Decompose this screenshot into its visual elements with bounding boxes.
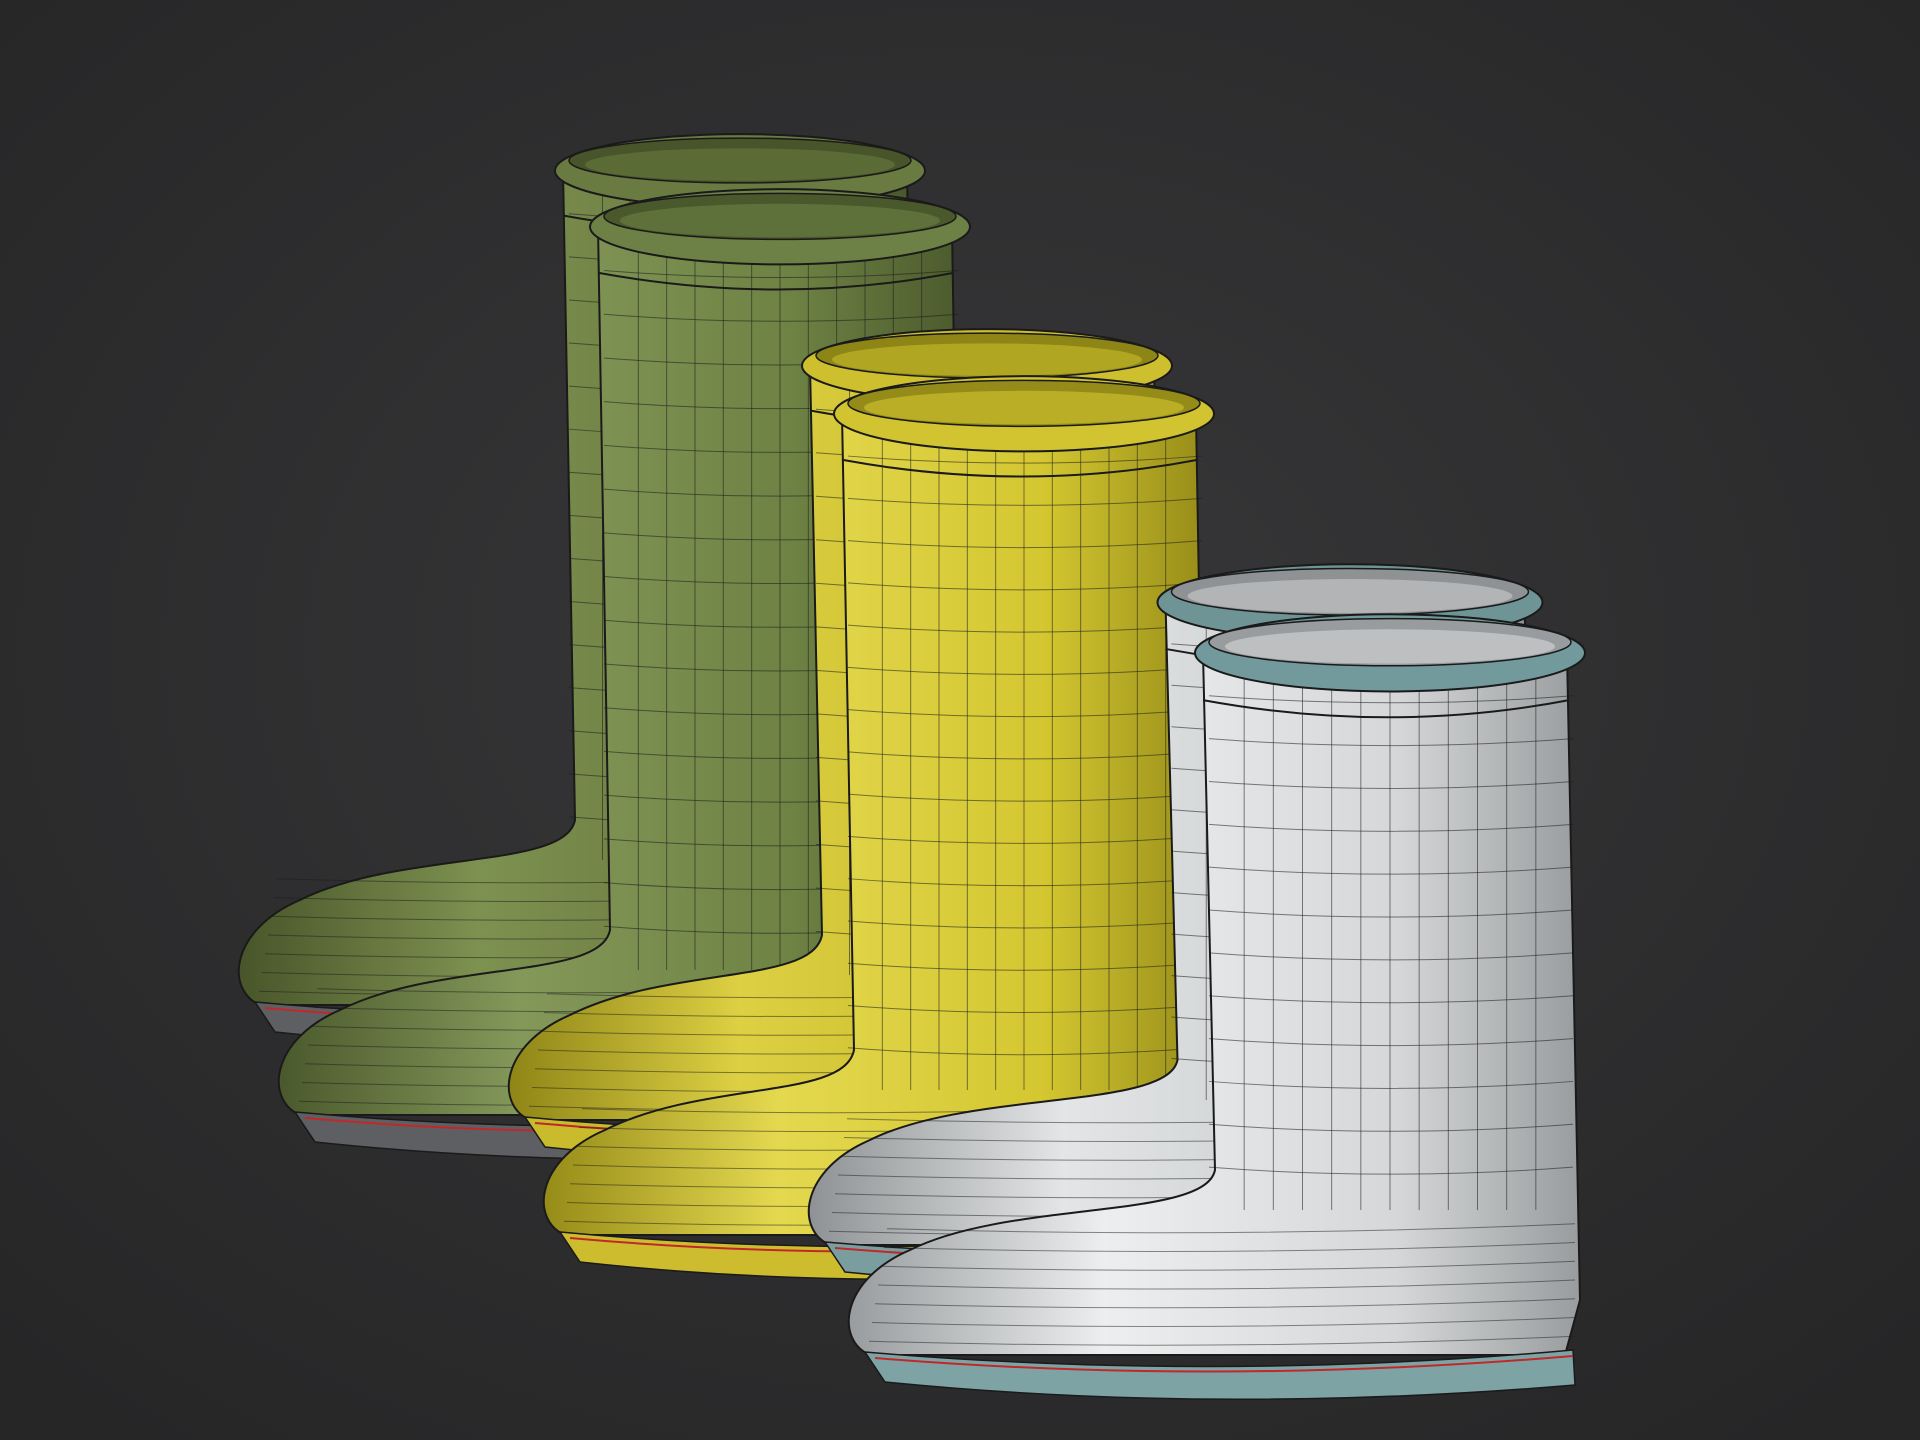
rain-boots-render (0, 0, 1920, 1440)
boot-inner (864, 390, 1184, 425)
boot-inner (1225, 629, 1555, 664)
boot-inner (585, 148, 895, 181)
boot-inner (832, 343, 1142, 376)
boot-inner (1187, 579, 1513, 613)
boot-inner (620, 203, 940, 238)
3d-viewport[interactable] (0, 0, 1920, 1440)
